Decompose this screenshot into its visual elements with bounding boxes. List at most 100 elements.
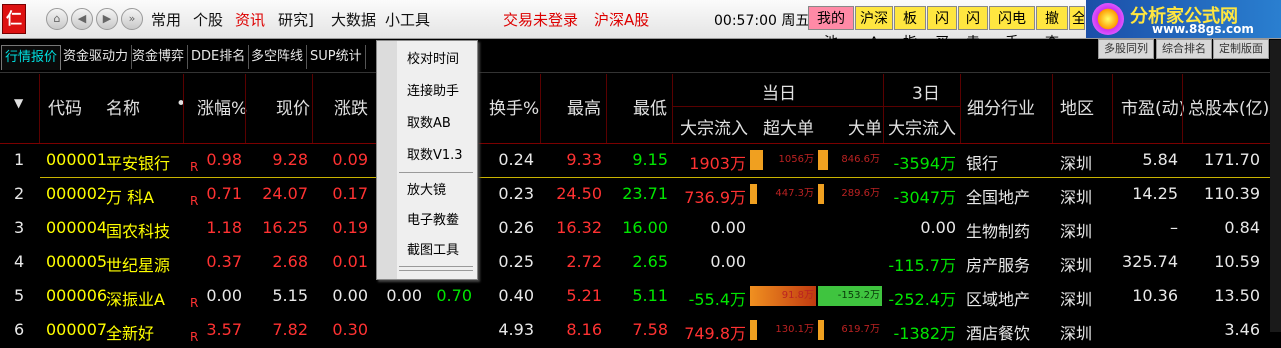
table-row[interactable]: 5 000006 深振业A R 0.00 5.15 0.00 0.00 0.70 0.40 5.21… — [0, 280, 1281, 314]
menu-item-fetch-ab[interactable]: 取数AB — [407, 112, 451, 131]
menu-stock[interactable]: 个股 — [193, 9, 223, 30]
high: 8.16 — [566, 320, 602, 339]
sort-icon[interactable]: ▼ — [14, 96, 23, 110]
table-row[interactable]: 4 000005 世纪星源 0.37 2.68 0.01 0.25 2.72 2.65 0.00 -… — [0, 246, 1281, 280]
tab-fund-drive[interactable]: 资金驱动力 — [60, 45, 133, 69]
back-button[interactable]: ◀ — [71, 8, 93, 30]
large-value: -153.2万 — [837, 290, 880, 301]
col-price[interactable]: 现价 — [276, 94, 310, 119]
table-row[interactable]: 1 000001 平安银行 R 0.98 9.28 0.09 0.24 9.33 9.15 1903… — [0, 144, 1281, 178]
tab-quote[interactable]: 行情报价 — [1, 45, 62, 70]
price: 7.82 — [272, 320, 308, 339]
menu-bigdata[interactable]: 大数据 — [331, 9, 376, 30]
login-status[interactable]: 交易未登录 — [503, 9, 578, 30]
quick-cancel[interactable]: 撤查 — [1036, 6, 1068, 51]
col-low[interactable]: 最低 — [633, 94, 667, 119]
col-region[interactable]: 地区 — [1060, 94, 1094, 119]
menu-item-sync-time[interactable]: 校对时间 — [407, 48, 459, 67]
app-logo: 仁 — [2, 4, 26, 34]
industry: 全国地产 — [966, 188, 1031, 207]
region: 深圳 — [1060, 256, 1093, 275]
col-code[interactable]: 代码 — [48, 94, 82, 119]
col-change-pct[interactable]: 涨幅% — [197, 94, 247, 119]
table-row[interactable]: 6 000007 全新好 R 3.57 7.82 0.30 4.93 8.16 7.58 749.8… — [0, 314, 1281, 348]
super-large-order-bar: 91.8万 — [750, 286, 816, 306]
col-divider — [312, 74, 313, 143]
col-name[interactable]: 名称 — [106, 94, 140, 119]
turnover: 0.40 — [498, 286, 534, 305]
col-divider — [1112, 74, 1113, 143]
super-value: 130.1万 — [775, 324, 814, 335]
row-index: 4 — [14, 252, 25, 271]
stock-name: 平安银行 — [106, 154, 171, 173]
change-pct: 0.00 — [206, 286, 242, 305]
col-block-in-3d[interactable]: 大宗流入 — [888, 114, 956, 139]
quick-flash-sell[interactable]: 闪卖 — [958, 6, 988, 51]
clock-time: 00:57:00 周五 — [714, 13, 810, 29]
bar-fill — [750, 150, 764, 170]
menu-item-screenshot[interactable]: 截图工具 — [407, 239, 459, 258]
tab-overall-rank[interactable]: 综合排名 — [1156, 39, 1212, 59]
block-inflow-3d: -115.7万 — [888, 256, 956, 275]
tab-long-short[interactable]: 多空阵线 — [248, 45, 308, 69]
menu-separator — [399, 270, 473, 271]
vertical-scrollbar[interactable] — [1270, 40, 1281, 332]
table-row[interactable]: 3 000004 国农科技 1.18 16.25 0.19 0.26 16.32 16.00 0.… — [0, 212, 1281, 246]
col-block-in[interactable]: 大宗流入 — [680, 114, 748, 139]
bar-fill — [818, 150, 828, 170]
tab-sup-stats[interactable]: SUP统计 — [307, 45, 366, 69]
col-industry[interactable]: 细分行业 — [967, 94, 1035, 119]
super-large-order-bar: 130.1万 — [750, 320, 816, 340]
brand-url: www.88gs.com — [1152, 22, 1254, 36]
industry: 房产服务 — [966, 256, 1031, 275]
tab-multi-stock[interactable]: 多股同列 — [1098, 39, 1154, 59]
col-divider — [183, 74, 184, 143]
col-pe[interactable]: 市盈(动) — [1121, 94, 1185, 119]
change-pct: 0.37 — [206, 252, 242, 271]
col-divider — [1182, 74, 1183, 143]
col-divider — [672, 74, 673, 143]
col-divider — [960, 74, 961, 143]
table-row[interactable]: 2 000002 万 科A R 0.71 24.07 0.17 0.23 24.50 23.71 7… — [0, 178, 1281, 212]
menu-common[interactable]: 常用 — [151, 9, 181, 30]
super-large-order-bar — [750, 218, 816, 238]
quick-flash-hand[interactable]: 闪电手 — [989, 6, 1035, 51]
low: 2.65 — [632, 252, 668, 271]
quick-all[interactable]: 全 — [1069, 6, 1085, 30]
block-inflow: -55.4万 — [688, 290, 746, 309]
quick-board-index[interactable]: 板指 — [894, 6, 926, 51]
menu-tools[interactable]: 小工具 — [385, 9, 430, 30]
menu-item-e-pointer[interactable]: 电子教鲞 — [407, 209, 459, 228]
region: 深圳 — [1060, 154, 1093, 173]
col-change[interactable]: 涨跌 — [334, 94, 368, 119]
menu-news[interactable]: 资讯 — [235, 9, 265, 30]
menu-item-fetch-v13[interactable]: 取数V1.3 — [407, 144, 463, 163]
col-turnover[interactable]: 换手% — [489, 94, 539, 119]
menu-item-connect-helper[interactable]: 连接助手 — [407, 80, 459, 99]
col-super-large[interactable]: 超大单 — [763, 114, 814, 139]
col-large[interactable]: 大单 — [848, 114, 882, 139]
tab-custom-layout[interactable]: 定制版面 — [1213, 39, 1269, 59]
super-large-order-bar: 447.3万 — [750, 184, 816, 204]
high: 9.33 — [566, 150, 602, 169]
col-high[interactable]: 最高 — [567, 94, 601, 119]
market-status[interactable]: 沪深A股 — [594, 9, 649, 30]
tab-dde-rank[interactable]: DDE排名 — [188, 45, 250, 69]
pe-ratio: – — [1170, 218, 1178, 237]
menu-research[interactable]: 研究] — [278, 9, 314, 30]
home-button[interactable]: ⌂ — [46, 8, 68, 30]
tab-fund-game[interactable]: 资金博弈 — [129, 45, 189, 69]
ask: 0.70 — [436, 286, 472, 305]
quick-hs-a[interactable]: 沪深A — [855, 6, 893, 51]
col-total-shares[interactable]: 总股本(亿) — [1188, 94, 1269, 119]
row-index: 6 — [14, 320, 25, 339]
forward-button[interactable]: ▶ — [96, 8, 118, 30]
main-toolbar: 仁 ⌂ ◀ ▶ » 常用 个股 资讯 研究] 大数据 小工具 交易未登录 沪深A… — [0, 0, 1281, 51]
change: 0.09 — [332, 150, 368, 169]
change-pct: 0.71 — [206, 184, 242, 203]
high: 24.50 — [556, 184, 602, 203]
menu-item-magnifier[interactable]: 放大镜 — [407, 179, 446, 198]
quick-flash-buy[interactable]: 闪买 — [927, 6, 957, 51]
quick-my-pool[interactable]: 我的池 — [808, 6, 854, 51]
more-button[interactable]: » — [121, 8, 143, 30]
